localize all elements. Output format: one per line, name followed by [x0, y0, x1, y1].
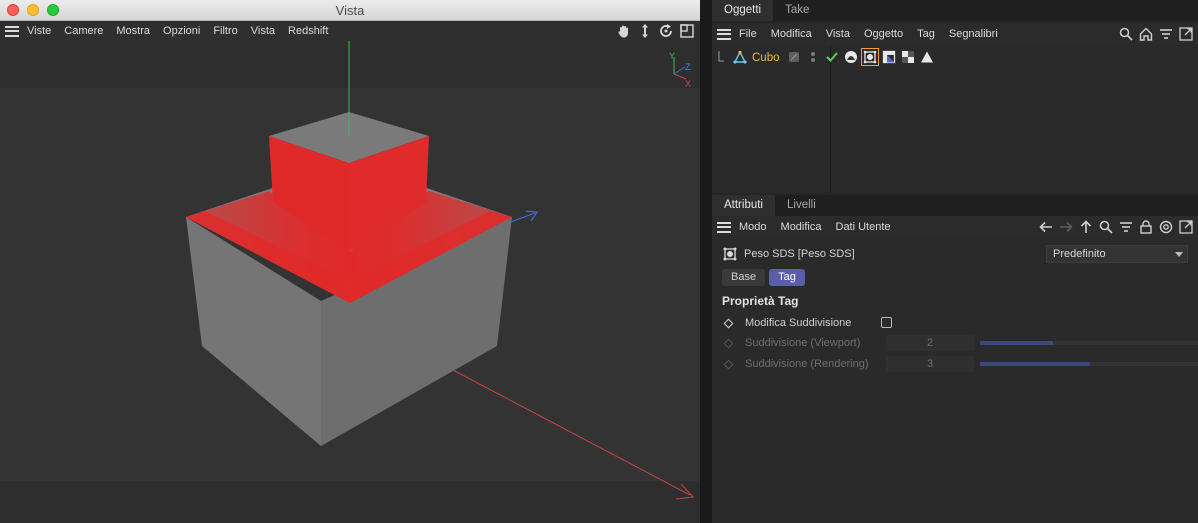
- x-axis-arrowhead: [675, 483, 695, 500]
- rotate-icon[interactable]: [658, 23, 673, 38]
- preset-dropdown[interactable]: Predefinito: [1046, 245, 1188, 263]
- attributes-panel: Peso SDS [Peso SDS] Predefinito Base Tag…: [712, 237, 1198, 523]
- window-title: Vista: [335, 3, 365, 18]
- tab-livelli[interactable]: Livelli: [775, 195, 828, 216]
- suddivisione-rendering-slider: [980, 362, 1198, 366]
- animation-keyframe-icon: [723, 359, 734, 369]
- menu-vista[interactable]: Vista: [251, 25, 275, 37]
- menu-mostra[interactable]: Mostra: [116, 25, 150, 37]
- tab-attributi[interactable]: Attributi: [712, 195, 775, 216]
- tab-oggetti[interactable]: Oggetti: [712, 0, 774, 21]
- arrow-right-icon[interactable]: [1058, 219, 1074, 235]
- sds-weight-tag-icon: [723, 247, 737, 261]
- attributes-manager-tabs: Attributi Livelli: [712, 195, 1198, 216]
- panel-divider[interactable]: [700, 0, 712, 523]
- menu-oggetto[interactable]: Oggetto: [864, 28, 903, 40]
- modifica-suddivisione-checkbox[interactable]: [881, 317, 892, 328]
- menu-dati-utente[interactable]: Dati Utente: [836, 221, 891, 233]
- enabled-check-icon[interactable]: [824, 49, 840, 65]
- gizmo-z-label: Z: [685, 62, 691, 72]
- menu-tag[interactable]: Tag: [917, 28, 935, 40]
- slider-fill: [980, 341, 1053, 345]
- search-icon[interactable]: [1098, 219, 1114, 235]
- menu-vista-objects[interactable]: Vista: [826, 28, 850, 40]
- expand-icon[interactable]: [1178, 26, 1194, 42]
- viewport-window: Vista Viste Camere Mostra Opzioni Filtro…: [0, 0, 700, 523]
- menu-filtro[interactable]: Filtro: [213, 25, 237, 37]
- checker-tag-icon[interactable]: [900, 49, 916, 65]
- gizmo-x-label: X: [685, 79, 691, 89]
- gizmo-z-axis: [673, 66, 686, 75]
- expand-icon[interactable]: [1178, 219, 1194, 235]
- tag-header: Peso SDS [Peso SDS] Predefinito: [722, 245, 1188, 263]
- section-title: Proprietà Tag: [722, 294, 799, 308]
- menu-segnalibri[interactable]: Segnalibri: [949, 28, 998, 40]
- uvw-tag-icon[interactable]: [881, 49, 897, 65]
- attribute-subtabs: Base Tag: [722, 269, 805, 286]
- subtab-base[interactable]: Base: [722, 269, 766, 286]
- property-suddivisione-viewport: Suddivisione (Viewport) 2: [723, 334, 1198, 352]
- suddivisione-viewport-field: 2: [886, 335, 974, 351]
- maximize-icon[interactable]: [679, 23, 694, 38]
- hierarchy-line-icon: [718, 51, 724, 62]
- property-label: Suddivisione (Viewport): [745, 337, 861, 349]
- lock-icon[interactable]: [1138, 219, 1154, 235]
- material-tag-icon[interactable]: [843, 49, 859, 65]
- objects-manager-menubar: File Modifica Vista Oggetto Tag Segnalib…: [712, 23, 1198, 45]
- filter-icon[interactable]: [1158, 26, 1174, 42]
- objects-hamburger-menu-icon[interactable]: [717, 28, 731, 40]
- menu-viste[interactable]: Viste: [27, 25, 51, 37]
- hand-icon[interactable]: [616, 23, 631, 38]
- property-suddivisione-rendering: Suddivisione (Rendering) 3: [723, 355, 1198, 373]
- animation-keyframe-icon: [723, 338, 734, 348]
- sds-weight-tag-icon[interactable]: [861, 48, 879, 66]
- viewport-3d-canvas[interactable]: Y Z X: [0, 41, 700, 523]
- objects-manager-tabs: Oggetti Take: [712, 0, 1198, 21]
- suddivisione-rendering-field: 3: [886, 356, 974, 372]
- target-icon[interactable]: [1158, 219, 1174, 235]
- phong-tag-icon[interactable]: [919, 49, 935, 65]
- suddivisione-viewport-slider: [980, 341, 1198, 345]
- viewport-hamburger-menu-icon[interactable]: [5, 25, 19, 37]
- arrow-up-icon[interactable]: [1078, 219, 1094, 235]
- attributes-hamburger-menu-icon[interactable]: [717, 221, 731, 233]
- filter-icon[interactable]: [1118, 219, 1134, 235]
- visibility-dots-icon[interactable]: [805, 49, 821, 65]
- menu-modo[interactable]: Modo: [739, 221, 767, 233]
- layer-icon[interactable]: [786, 49, 802, 65]
- menu-modifica[interactable]: Modifica: [771, 28, 812, 40]
- attributes-manager-menubar: Modo Modifica Dati Utente: [712, 216, 1198, 238]
- window-titlebar: Vista: [0, 0, 700, 21]
- menu-redshift[interactable]: Redshift: [288, 25, 328, 37]
- menu-opzioni[interactable]: Opzioni: [163, 25, 200, 37]
- cube-icon: [733, 50, 747, 64]
- slider-fill: [980, 362, 1090, 366]
- gizmo-y-label: Y: [669, 51, 675, 61]
- right-panel: Oggetti Take File Modifica Vista Oggetto…: [712, 0, 1198, 523]
- property-modifica-suddivisione: Modifica Suddivisione: [723, 314, 1190, 332]
- menu-modifica-attributes[interactable]: Modifica: [781, 221, 822, 233]
- move-icon[interactable]: [637, 23, 652, 38]
- object-name-cubo[interactable]: Cubo: [752, 52, 780, 64]
- home-icon[interactable]: [1138, 26, 1154, 42]
- property-label: Suddivisione (Rendering): [745, 358, 869, 370]
- viewport-menubar: Viste Camere Mostra Opzioni Filtro Vista…: [0, 21, 700, 41]
- subtab-tag[interactable]: Tag: [769, 269, 805, 286]
- tag-title: Peso SDS [Peso SDS]: [744, 248, 855, 260]
- objects-list[interactable]: Cubo: [712, 45, 1198, 193]
- object-row-cubo[interactable]: Cubo: [712, 48, 1198, 68]
- menu-file[interactable]: File: [739, 28, 757, 40]
- arrow-left-icon[interactable]: [1038, 219, 1054, 235]
- menu-camere[interactable]: Camere: [64, 25, 103, 37]
- search-icon[interactable]: [1118, 26, 1134, 42]
- property-label: Modifica Suddivisione: [745, 317, 852, 329]
- viewport-scene: Y Z X: [0, 41, 700, 500]
- preset-dropdown-value: Predefinito: [1053, 248, 1106, 260]
- tab-take[interactable]: Take: [773, 0, 821, 21]
- chevron-down-icon: [1175, 252, 1183, 257]
- animation-keyframe-icon[interactable]: [723, 318, 734, 328]
